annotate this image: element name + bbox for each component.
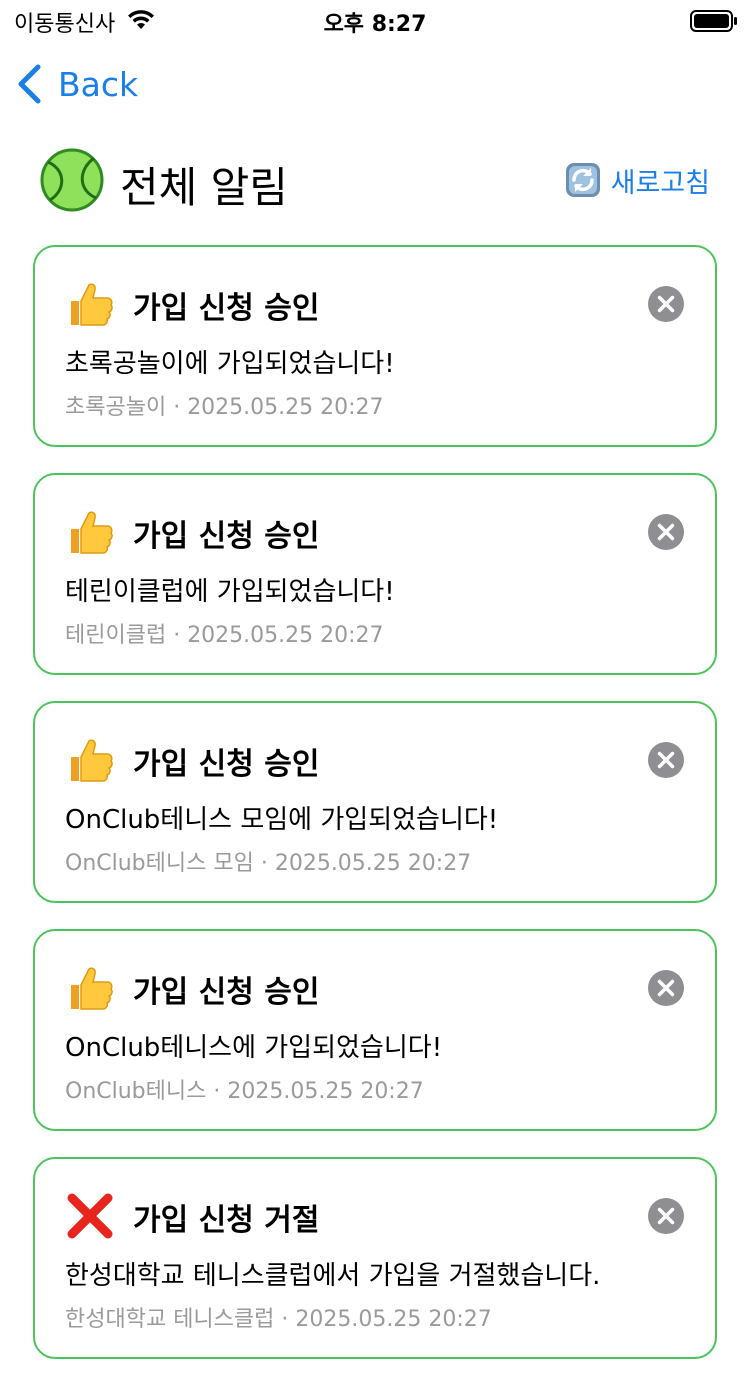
notification-meta: OnClub테니스 · 2025.05.25 20:27 (65, 1079, 424, 1104)
notification-title: 가입 신청 거절 (133, 1203, 320, 1238)
notification-club: 초록공놀이 (65, 395, 167, 420)
notification-card[interactable]: 가입 신청 승인 초록공놀이에 가입되었습니다! 초록공놀이 · 2025.05… (33, 245, 717, 447)
notification-club: OnClub테니스 (65, 1079, 207, 1104)
tennis-ball-icon (40, 148, 104, 216)
notification-title: 가입 신청 승인 (133, 975, 320, 1010)
notification-card[interactable]: 가입 신청 거절 한성대학교 테니스클럽에서 가입을 거절했습니다. 한성대학교… (33, 1157, 717, 1359)
battery-icon (690, 9, 738, 37)
page-title: 전체 알림 (120, 163, 288, 212)
back-label: Back (58, 64, 139, 104)
page-header: 전체 알림 새로고침 (40, 148, 710, 214)
notification-club: OnClub테니스 모임 (65, 851, 254, 876)
thumbs-up-icon (65, 279, 115, 329)
notification-timestamp: 2025.05.25 20:27 (274, 851, 472, 876)
status-bar: 이동통신사 오후 8:27 (0, 0, 750, 40)
notification-card[interactable]: 가입 신청 승인 OnClub테니스에 가입되었습니다! OnClub테니스 ·… (33, 929, 717, 1131)
close-icon[interactable] (647, 741, 685, 779)
status-time: 오후 8:27 (323, 12, 427, 37)
notification-card[interactable]: 가입 신청 승인 테린이클럽에 가입되었습니다! 테린이클럽 · 2025.05… (33, 473, 717, 675)
refresh-button[interactable]: 새로고침 (565, 160, 710, 200)
notification-club: 테린이클럽 (65, 623, 167, 648)
notification-message: 한성대학교 테니스클럽에서 가입을 거절했습니다. (65, 1261, 601, 1291)
refresh-icon (565, 163, 600, 197)
thumbs-up-icon (65, 507, 115, 557)
notification-timestamp: 2025.05.25 20:27 (187, 623, 384, 648)
notification-card[interactable]: 가입 신청 승인 OnClub테니스 모임에 가입되었습니다! OnClub테니… (33, 701, 717, 903)
notification-title: 가입 신청 승인 (133, 747, 320, 782)
notification-timestamp: 2025.05.25 20:27 (187, 395, 384, 420)
close-icon[interactable] (647, 285, 685, 323)
notification-meta: 초록공놀이 · 2025.05.25 20:27 (65, 395, 384, 420)
chevron-left-icon (18, 64, 41, 104)
close-icon[interactable] (647, 969, 685, 1007)
notification-message: 초록공놀이에 가입되었습니다! (65, 349, 395, 379)
notification-meta: OnClub테니스 모임 · 2025.05.25 20:27 (65, 851, 472, 876)
thumbs-up-icon (65, 963, 115, 1013)
back-button[interactable]: Back (16, 62, 138, 106)
close-icon[interactable] (647, 1197, 685, 1235)
notification-timestamp: 2025.05.25 20:27 (227, 1079, 424, 1104)
notification-message: 테린이클럽에 가입되었습니다! (65, 577, 395, 607)
notification-title: 가입 신청 승인 (133, 519, 320, 554)
notification-list: 가입 신청 승인 초록공놀이에 가입되었습니다! 초록공놀이 · 2025.05… (33, 245, 717, 1385)
thumbs-up-icon (65, 735, 115, 785)
notification-message: OnClub테니스에 가입되었습니다! (65, 1033, 443, 1063)
notification-title: 가입 신청 승인 (133, 291, 320, 326)
notification-meta: 테린이클럽 · 2025.05.25 20:27 (65, 623, 384, 648)
notification-club: 한성대학교 테니스클럽 (65, 1307, 275, 1332)
close-icon[interactable] (647, 513, 685, 551)
refresh-label: 새로고침 (610, 167, 710, 199)
cross-mark-icon (65, 1191, 115, 1241)
notification-message: OnClub테니스 모임에 가입되었습니다! (65, 805, 499, 835)
notification-meta: 한성대학교 테니스클럽 · 2025.05.25 20:27 (65, 1307, 492, 1332)
notification-timestamp: 2025.05.25 20:27 (295, 1307, 492, 1332)
